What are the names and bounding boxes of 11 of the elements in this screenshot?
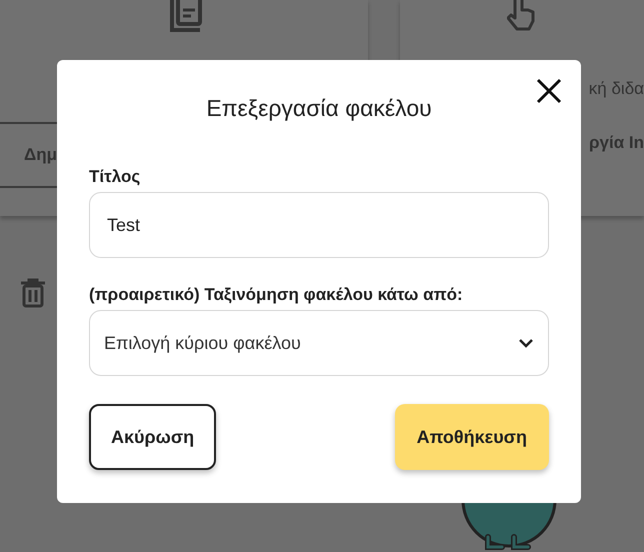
cancel-button[interactable]: Ακύρωση [89,404,216,470]
dialog-title: Επεξεργασία φακέλου [205,94,433,123]
chevron-down-icon [518,338,534,348]
save-button[interactable]: Αποθήκευση [394,404,549,470]
text-input-field[interactable]: Test [89,192,549,258]
card-description: κή διδα [588,78,644,100]
trash-icon[interactable] [20,278,46,308]
field-label: Τίτλος [89,166,142,188]
close-button[interactable] [536,78,562,104]
select-dropdown[interactable]: Επιλογή κύριου φακέλου [89,310,549,376]
field-label: (προαιρετικό) Ταξινόμηση φακέλου κάτω από: [89,284,464,306]
